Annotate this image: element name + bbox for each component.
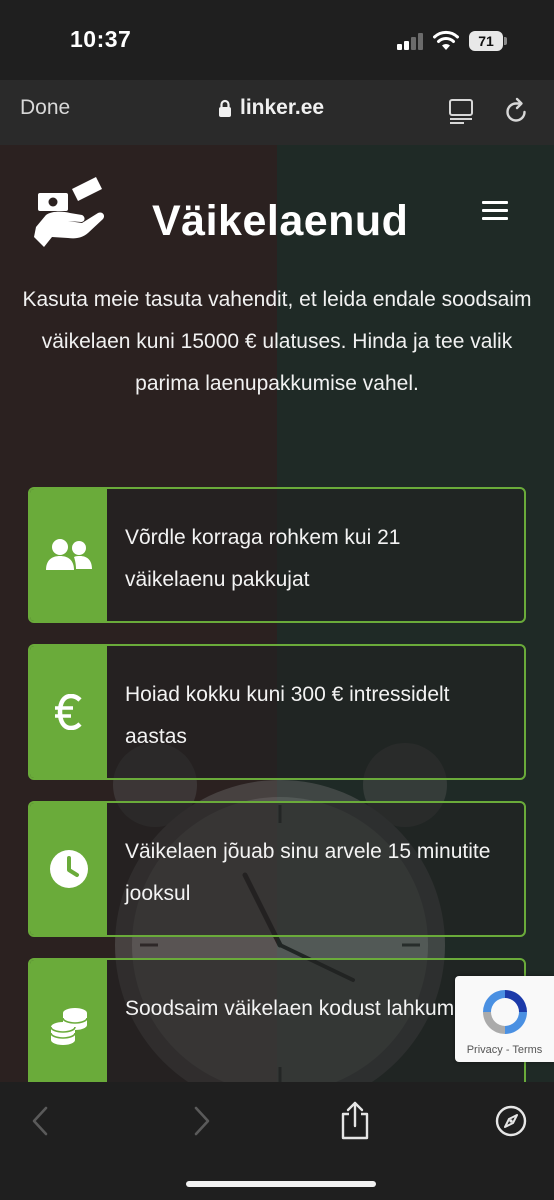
link-separator: - [502, 1044, 513, 1056]
hand-money-icon [34, 177, 105, 247]
url-text: linker.ee [240, 96, 325, 119]
share-icon[interactable] [338, 1100, 372, 1140]
web-page: Väikelaenud Kasuta meie tasuta vahendit,… [0, 145, 554, 1082]
feature-card-speed: Väikelaen jõuab sinu arvele 15 minutite … [28, 801, 526, 937]
back-icon[interactable] [24, 1104, 58, 1138]
reload-icon[interactable] [503, 97, 529, 125]
feature-card-home: Soodsaim väikelaen kodust lahkumata [28, 958, 526, 1082]
feature-text: Hoiad kokku kuni 300 € intressidelt aast… [125, 683, 450, 748]
done-button[interactable]: Done [20, 96, 70, 120]
battery-level: 71 [469, 31, 503, 51]
feature-card-savings: Hoiad kokku kuni 300 € intressidelt aast… [28, 644, 526, 780]
feature-card-compare: Võrdle korraga rohkem kui 21 väikelaenu … [28, 487, 526, 623]
lock-icon [219, 99, 231, 117]
cellular-signal-icon [397, 32, 425, 50]
address-bar[interactable]: linker.ee [218, 96, 324, 120]
forward-icon[interactable] [184, 1104, 218, 1138]
coins-icon [49, 1008, 88, 1045]
battery-icon: 71 [469, 31, 507, 51]
intro-text: Kasuta meie tasuta vahendit, et leida en… [22, 288, 532, 395]
home-indicator[interactable] [186, 1181, 376, 1187]
recaptcha-icon [483, 990, 527, 1034]
feature-text: Võrdle korraga rohkem kui 21 väikelaenu … [125, 526, 401, 591]
hamburger-menu-icon[interactable] [482, 201, 508, 221]
status-time: 10:37 [70, 26, 132, 52]
compass-icon[interactable] [494, 1104, 528, 1138]
reader-view-icon[interactable] [448, 98, 474, 124]
users-icon [45, 539, 92, 570]
clock-icon [49, 850, 88, 888]
wifi-icon [433, 30, 459, 50]
privacy-link[interactable]: Privacy [467, 1044, 503, 1056]
recaptcha-badge[interactable]: Privacy - Terms [455, 976, 554, 1062]
euro-icon [54, 694, 82, 730]
browser-nav-bar: Done linker.ee [0, 80, 554, 145]
terms-link[interactable]: Terms [512, 1044, 542, 1056]
feature-text: Väikelaen jõuab sinu arvele 15 minutite … [125, 840, 491, 905]
feature-list: Võrdle korraga rohkem kui 21 väikelaenu … [28, 487, 526, 1082]
site-brand-title[interactable]: Väikelaenud [152, 197, 408, 246]
feature-text: Soodsaim väikelaen kodust lahkumata [125, 997, 484, 1020]
status-bar: 10:37 71 [0, 0, 554, 80]
